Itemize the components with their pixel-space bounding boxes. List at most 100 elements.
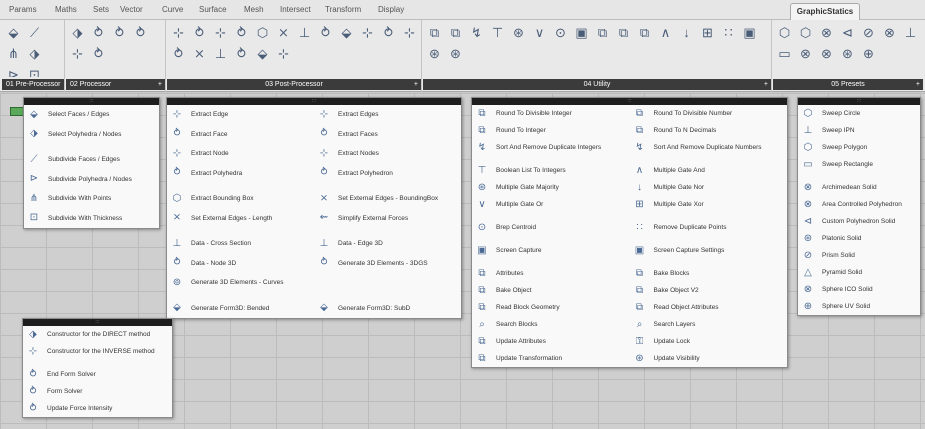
menu-item[interactable]: ▭ Sweep Rectangle xyxy=(798,156,920,173)
menu-transform[interactable]: Transform xyxy=(325,5,361,14)
component-icon[interactable]: ⬙ xyxy=(253,44,272,63)
menu-item[interactable]: ⥁ Extract Faces xyxy=(314,125,461,145)
menu-item[interactable]: ⊹ Extract Nodes xyxy=(314,144,461,164)
menu-item[interactable]: ⌕ Search Blocks xyxy=(472,316,630,333)
component-icon[interactable]: ⥁ xyxy=(169,44,188,63)
component-icon[interactable]: ⊹ xyxy=(400,23,419,42)
menu-item[interactable]: ↓ Multiple Gate Nor xyxy=(630,179,788,196)
tab-graphicstatics[interactable]: GraphicStatics xyxy=(790,3,860,20)
menu-vector[interactable]: Vector xyxy=(120,5,143,14)
menu-item[interactable]: ⊥ Sweep IPN xyxy=(798,122,920,139)
menu-sets[interactable]: Sets xyxy=(93,5,109,14)
menu-item[interactable]: ▣ Screen Capture Settings xyxy=(630,242,788,259)
component-icon[interactable]: ⊹ xyxy=(68,44,87,63)
component-icon[interactable]: ⥁ xyxy=(110,23,129,42)
component-icon[interactable]: ∧ xyxy=(656,23,675,42)
expand-icon[interactable]: + xyxy=(158,79,162,90)
component-icon[interactable]: ⨯ xyxy=(190,44,209,63)
component-icon[interactable]: ⊹ xyxy=(274,44,293,63)
menu-item[interactable]: ⊡ Subdivide With Thickness xyxy=(24,209,159,229)
menu-item[interactable]: ⧉ Round To Integer xyxy=(472,122,630,139)
menu-item[interactable]: ⬙ Generate Form3D: Bended xyxy=(167,299,314,319)
component-icon[interactable]: ⬗ xyxy=(68,23,87,42)
menu-item[interactable]: ⥁ Extract Face xyxy=(167,125,314,145)
component-icon[interactable]: ⊗ xyxy=(817,44,836,63)
ribbon-group-label[interactable]: 03 Post-Processor + xyxy=(167,79,421,90)
menu-item[interactable]: ⧉ Attributes xyxy=(472,265,630,282)
component-icon[interactable]: ⬙ xyxy=(4,23,23,42)
menu-item[interactable]: ⥁ End Form Solver xyxy=(23,366,172,383)
component-icon[interactable]: ⥁ xyxy=(89,44,108,63)
component-icon[interactable]: ⥁ xyxy=(316,23,335,42)
component-icon[interactable]: ⥁ xyxy=(379,23,398,42)
menu-item[interactable]: ▣ Screen Capture xyxy=(472,242,630,259)
menu-item[interactable]: ⇜ Simplify External Forces xyxy=(314,209,461,229)
menu-item[interactable]: ⊞ Multiple Gate Xor xyxy=(630,196,788,213)
menu-item[interactable]: ⬡ Sweep Circle xyxy=(798,105,920,122)
component-icon[interactable]: ⧉ xyxy=(593,23,612,42)
menu-item[interactable]: ⌕ Search Layers xyxy=(630,316,788,333)
component-icon[interactable]: ⟋ xyxy=(25,23,44,42)
menu-item[interactable]: ⨯ Set External Edges - BoundingBox xyxy=(314,189,461,209)
menu-item[interactable]: ⧉ Round To N Decimals xyxy=(630,122,788,139)
component-icon[interactable]: ⬡ xyxy=(796,23,815,42)
menu-item[interactable]: ⊗ Archimedean Solid xyxy=(798,179,920,196)
component-icon[interactable]: ⋔ xyxy=(4,44,23,63)
component-icon[interactable]: ⥁ xyxy=(232,23,251,42)
menu-item[interactable]: ⊹ Extract Edge xyxy=(167,105,314,125)
component-icon[interactable]: ⊡ xyxy=(25,65,44,78)
menu-item[interactable]: ↯ Sort And Remove Duplicate Integers xyxy=(472,139,630,156)
component-icon[interactable]: ⊕ xyxy=(859,44,878,63)
component-icon[interactable]: ↯ xyxy=(467,23,486,42)
menu-item[interactable]: ⬗ Constructor for the DIRECT method xyxy=(23,326,172,343)
menu-item[interactable]: ⬗ Select Polyhedra / Nodes xyxy=(24,125,159,145)
menu-item[interactable]: ⊙ Brep Centroid xyxy=(472,219,630,236)
component-icon[interactable]: ⥁ xyxy=(89,23,108,42)
menu-maths[interactable]: Maths xyxy=(55,5,77,14)
menu-curve[interactable]: Curve xyxy=(162,5,183,14)
component-icon[interactable]: ⊛ xyxy=(509,23,528,42)
component-icon[interactable]: ⬗ xyxy=(25,44,44,63)
component-icon[interactable]: ⧉ xyxy=(614,23,633,42)
component-icon[interactable]: ⧉ xyxy=(446,23,465,42)
menu-item[interactable]: ⥁ Form Solver xyxy=(23,383,172,400)
menu-item[interactable]: ⊗ Sphere ICO Solid xyxy=(798,281,920,298)
component-icon[interactable]: ▣ xyxy=(572,23,591,42)
ribbon-group-label[interactable]: 02 Processor + xyxy=(66,79,165,90)
menu-item[interactable]: ⟋ Subdivide Faces / Edges xyxy=(24,150,159,170)
component-icon[interactable]: ⊗ xyxy=(817,23,836,42)
menu-item[interactable]: ⧉ Read Object Attributes xyxy=(630,299,788,316)
component-icon[interactable]: ⧉ xyxy=(635,23,654,42)
menu-item[interactable]: ⥁ Data - Node 3D xyxy=(167,254,314,274)
expand-icon[interactable]: + xyxy=(414,79,418,90)
menu-item[interactable]: ⊳ Subdivide Polyhedra / Nodes xyxy=(24,170,159,190)
menu-mesh[interactable]: Mesh xyxy=(244,5,264,14)
component-icon[interactable]: ⊲ xyxy=(838,23,857,42)
component-icon[interactable]: ▣ xyxy=(740,23,759,42)
menu-item[interactable]: ⬙ Select Faces / Edges xyxy=(24,105,159,125)
menu-item[interactable]: ⊹ Extract Edges xyxy=(314,105,461,125)
component-icon[interactable]: ▭ xyxy=(775,44,794,63)
menu-item[interactable]: ⬙ Generate Form3D: SubD xyxy=(314,299,461,319)
component-icon[interactable]: ⊥ xyxy=(295,23,314,42)
menu-item[interactable]: ⊛ Platonic Solid xyxy=(798,230,920,247)
menu-item[interactable]: ⧉ Bake Object xyxy=(472,282,630,299)
menu-item[interactable]: ⧉ Update Transformation xyxy=(472,350,630,367)
menu-item[interactable]: ↯ Sort And Remove Duplicate Numbers xyxy=(630,139,788,156)
component-icon[interactable]: ∨ xyxy=(530,23,549,42)
menu-item[interactable]: ⊲ Custom Polyhedron Solid xyxy=(798,213,920,230)
expand-icon[interactable]: + xyxy=(916,79,920,90)
menu-item[interactable]: ∷ Remove Duplicate Points xyxy=(630,219,788,236)
menu-item[interactable]: ⋔ Subdivide With Points xyxy=(24,189,159,209)
menu-item[interactable]: ⧉ Read Block Geometry xyxy=(472,299,630,316)
menu-intersect[interactable]: Intersect xyxy=(280,5,311,14)
menu-item[interactable]: ⊤ Boolean List To Integers xyxy=(472,162,630,179)
component-icon[interactable]: ⊥ xyxy=(211,44,230,63)
menu-item[interactable]: ⊗ Area Controlled Polyhedron xyxy=(798,196,920,213)
component-icon[interactable]: ⬙ xyxy=(337,23,356,42)
menu-item[interactable]: ⧉ Bake Object V2 xyxy=(630,282,788,299)
component-icon[interactable]: ⊛ xyxy=(446,44,465,63)
ribbon-group-label[interactable]: 05 Presets + xyxy=(773,79,923,90)
component-icon[interactable]: ↓ xyxy=(677,23,696,42)
menu-item[interactable]: ⊛ Multiple Gate Majority xyxy=(472,179,630,196)
